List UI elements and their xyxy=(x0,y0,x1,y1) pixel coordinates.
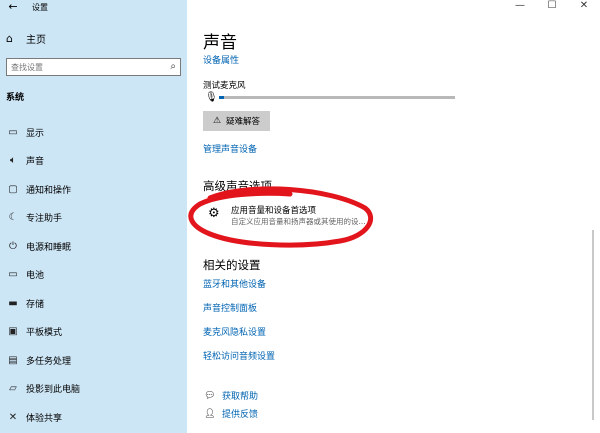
related-link-sound-control-panel[interactable]: 声音控制面板 xyxy=(203,301,257,314)
notification-icon: ▢ xyxy=(8,183,18,195)
get-help-link[interactable]: 获取帮助 xyxy=(222,389,258,402)
sidebar-item-label: 专注助手 xyxy=(26,214,63,225)
sidebar-item-project[interactable]: ▱ 投影到此电脑 xyxy=(0,375,187,404)
power-icon: ⏻ xyxy=(9,240,17,252)
sidebar-item-label: 投影到此电脑 xyxy=(26,385,81,396)
home-icon: ⌂ xyxy=(6,32,13,45)
related-link-mic-privacy[interactable]: 麦克风隐私设置 xyxy=(203,325,266,338)
related-link-bluetooth[interactable]: 蓝牙和其他设备 xyxy=(203,277,266,290)
red-annotation-circle xyxy=(188,186,374,248)
title-bar: ← 设置 xyxy=(0,0,187,14)
tablet-icon: ▣ xyxy=(8,326,18,338)
sidebar-item-sound[interactable]: 🔈︎ 声音 xyxy=(0,147,187,176)
mic-level-row: 🎙︎ xyxy=(205,92,455,103)
search-input[interactable] xyxy=(7,62,157,72)
sidebar-item-battery[interactable]: ▭ 电池 xyxy=(0,261,187,290)
mic-level-meter xyxy=(219,96,455,99)
microphone-icon: 🎙︎ xyxy=(205,92,218,103)
sidebar-item-label: 多任务处理 xyxy=(26,356,72,367)
related-link-ease-of-access-audio[interactable]: 轻松访问音频设置 xyxy=(203,349,275,362)
sidebar-item-label: 体验共享 xyxy=(26,413,63,424)
sidebar-item-label: 通知和操作 xyxy=(26,185,72,196)
speaker-icon: 🔈︎ xyxy=(10,155,16,167)
back-button[interactable]: ← xyxy=(0,0,26,14)
moon-icon: ☾ xyxy=(8,212,18,224)
sidebar-home[interactable]: ⌂ 主页 xyxy=(6,31,46,46)
feedback-icon: 👤︎ xyxy=(204,408,216,419)
sidebar-item-storage[interactable]: ▬ 存储 xyxy=(0,289,187,318)
sidebar-item-label: 显示 xyxy=(26,128,45,139)
help-row-feedback[interactable]: 👤︎ 提供反馈 xyxy=(203,407,258,421)
sidebar-item-tablet-mode[interactable]: ▣ 平板模式 xyxy=(0,318,187,347)
sidebar-item-label: 存储 xyxy=(26,299,45,310)
troubleshoot-label: 疑难解答 xyxy=(226,117,261,127)
sidebar-item-focus-assist[interactable]: ☾ 专注助手 xyxy=(0,204,187,233)
sidebar-home-label: 主页 xyxy=(26,35,46,46)
display-icon: ▭ xyxy=(8,126,18,138)
troubleshoot-button[interactable]: ⚠ 疑难解答 xyxy=(203,111,270,131)
sidebar-item-label: 电源和睡眠 xyxy=(26,242,72,253)
sidebar-item-label: 电池 xyxy=(26,271,45,282)
feedback-link[interactable]: 提供反馈 xyxy=(222,407,258,420)
sidebar-item-display[interactable]: ▭ 显示 xyxy=(0,118,187,147)
mic-test-label: 测试麦克风 xyxy=(203,81,246,91)
sidebar-item-notifications[interactable]: ▢ 通知和操作 xyxy=(0,175,187,204)
scrollbar[interactable] xyxy=(592,230,594,420)
sidebar: ← 设置 ⌂ 主页 ⌕ 系统 ▭ 显示 🔈︎ 声音 ▢ 通知和操作 ☾ 专注助手… xyxy=(0,0,187,433)
search-icon[interactable]: ⌕ xyxy=(170,61,176,72)
device-properties-link[interactable]: 设备属性 xyxy=(203,53,239,66)
sidebar-item-multitasking[interactable]: ▤ 多任务处理 xyxy=(0,346,187,375)
project-icon: ▱ xyxy=(9,383,17,395)
help-row-get-help[interactable]: 💬︎ 获取帮助 xyxy=(203,389,258,403)
storage-icon: ▬ xyxy=(8,297,18,309)
battery-icon: ▭ xyxy=(8,269,18,281)
sidebar-item-power-sleep[interactable]: ⏻ 电源和睡眠 xyxy=(0,232,187,261)
help-chat-icon: 💬︎ xyxy=(204,390,216,401)
app-title: 设置 xyxy=(32,2,48,12)
manage-sound-devices-link[interactable]: 管理声音设备 xyxy=(203,142,257,155)
related-settings-heading: 相关的设置 xyxy=(203,258,261,272)
mic-level-fill xyxy=(219,96,224,99)
multitask-icon: ▤ xyxy=(8,354,18,366)
page-title: 声音 xyxy=(203,33,237,53)
sidebar-item-label: 声音 xyxy=(26,157,45,168)
share-icon: ✕ xyxy=(8,411,18,423)
section-label-system: 系统 xyxy=(6,93,25,103)
sidebar-nav: ▭ 显示 🔈︎ 声音 ▢ 通知和操作 ☾ 专注助手 ⏻ 电源和睡眠 ▭ 电池 ▬… xyxy=(0,118,187,432)
warning-icon: ⚠ xyxy=(212,116,222,126)
search-box[interactable]: ⌕ xyxy=(6,58,181,76)
sidebar-item-label: 平板模式 xyxy=(26,328,63,339)
sidebar-item-shared-experiences[interactable]: ✕ 体验共享 xyxy=(0,403,187,432)
